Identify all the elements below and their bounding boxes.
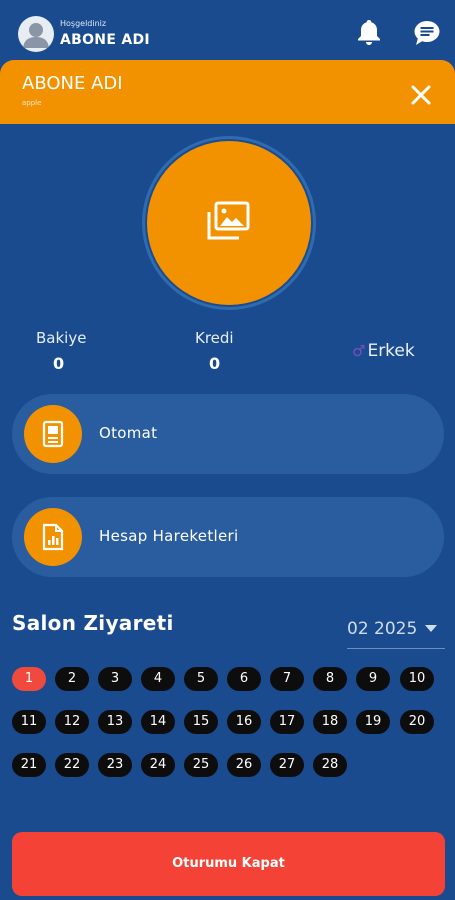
bell-icon[interactable] — [356, 18, 382, 46]
gender-indicator: ♂ Erkek — [352, 341, 415, 361]
day-chip[interactable]: 20 — [400, 710, 434, 734]
day-chip[interactable]: 26 — [227, 753, 261, 777]
menu-item-otomat[interactable]: Otomat — [12, 394, 444, 474]
account-report-icon — [24, 508, 82, 566]
header-username: ABONE ADI — [60, 32, 150, 48]
day-chip[interactable]: 7 — [270, 667, 304, 691]
banner-subtitle: apple — [22, 99, 42, 107]
day-chip[interactable]: 5 — [184, 667, 218, 691]
day-chip[interactable]: 22 — [55, 753, 89, 777]
salon-visits-title: Salon Ziyareti — [12, 611, 174, 635]
logout-button[interactable]: Oturumu Kapat — [12, 832, 445, 896]
photo-gallery-icon — [205, 200, 251, 242]
day-chip[interactable]: 18 — [313, 710, 347, 734]
day-chip[interactable]: 24 — [141, 753, 175, 777]
top-bar: Hoşgeldiniz ABONE ADI — [0, 0, 455, 62]
close-icon[interactable] — [406, 80, 436, 110]
credit-label: Kredi — [195, 329, 234, 347]
day-chip[interactable]: 16 — [227, 710, 261, 734]
day-chip[interactable]: 23 — [98, 753, 132, 777]
day-chip[interactable]: 2 — [55, 667, 89, 691]
day-chip[interactable]: 14 — [141, 710, 175, 734]
male-icon: ♂ — [352, 342, 366, 360]
menu-item-label: Otomat — [99, 424, 158, 442]
day-chip[interactable]: 12 — [55, 710, 89, 734]
vending-machine-icon — [24, 405, 82, 463]
day-chip[interactable]: 4 — [141, 667, 175, 691]
day-chip[interactable]: 17 — [270, 710, 304, 734]
gender-label: Erkek — [367, 341, 415, 361]
menu-item-account-activity[interactable]: Hesap Hareketleri — [12, 497, 444, 577]
day-chip[interactable]: 19 — [356, 710, 390, 734]
day-chip[interactable]: 10 — [400, 667, 434, 691]
day-chip[interactable]: 28 — [313, 753, 347, 777]
balance-value: 0 — [53, 354, 65, 373]
greeting-text: Hoşgeldiniz — [60, 19, 107, 28]
banner-title: ABONE ADI — [22, 73, 123, 94]
menu-item-label: Hesap Hareketleri — [99, 527, 239, 545]
credit-value: 0 — [209, 354, 221, 373]
day-chip[interactable]: 9 — [356, 667, 390, 691]
day-chip[interactable]: 11 — [12, 710, 46, 734]
day-chip[interactable]: 21 — [12, 753, 46, 777]
day-chip[interactable]: 27 — [270, 753, 304, 777]
user-avatar-icon[interactable] — [18, 16, 54, 52]
chat-icon[interactable] — [413, 19, 441, 47]
day-chip[interactable]: 6 — [227, 667, 261, 691]
day-chip[interactable]: 25 — [184, 753, 218, 777]
balance-label: Bakiye — [36, 329, 87, 347]
day-chip[interactable]: 3 — [98, 667, 132, 691]
day-chip[interactable]: 15 — [184, 710, 218, 734]
dropdown-arrow-icon — [425, 625, 437, 632]
day-chip[interactable]: 8 — [313, 667, 347, 691]
month-select[interactable]: 02 2025 — [347, 617, 445, 649]
day-chip[interactable]: 13 — [98, 710, 132, 734]
day-chip[interactable]: 1 — [12, 667, 46, 691]
month-select-value: 02 2025 — [347, 619, 418, 639]
